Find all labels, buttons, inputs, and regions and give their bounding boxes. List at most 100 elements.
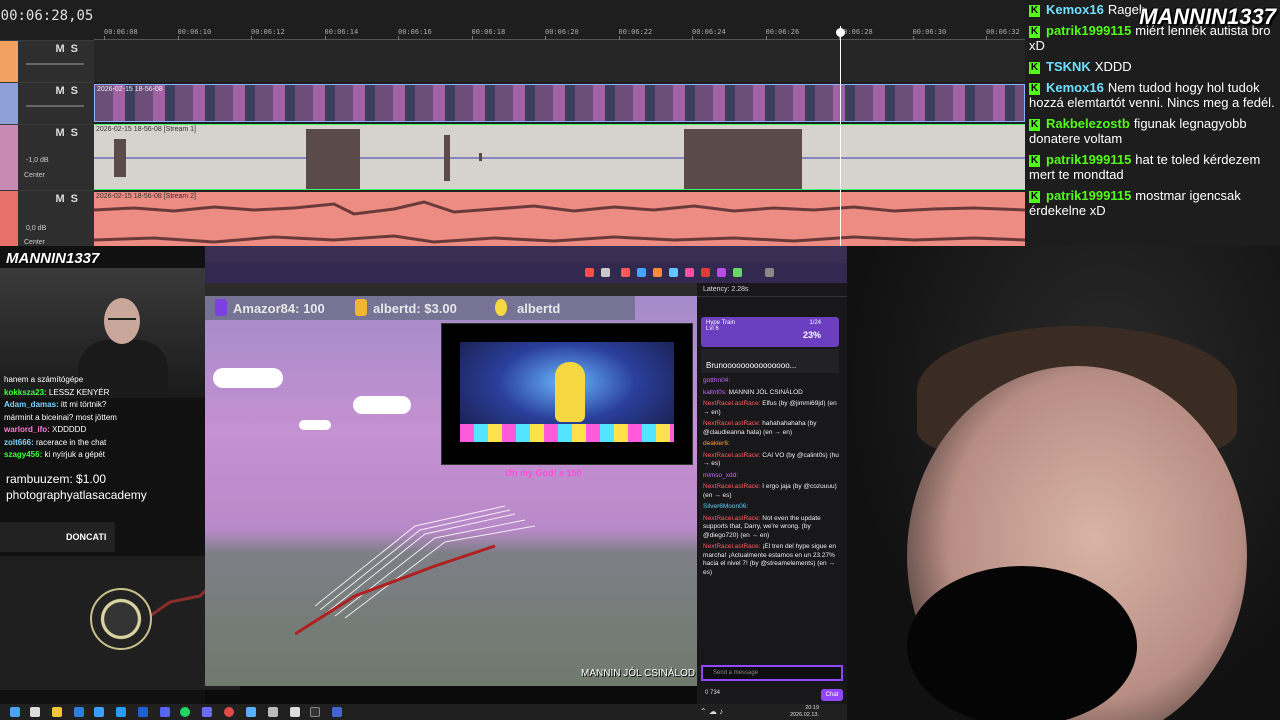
audio-clip-stream-1[interactable]: 2026-02-15 18-56-08 [Stream 1] xyxy=(94,124,1025,190)
small-chat-message: kokksza23: LESSZ KENYÉR xyxy=(4,387,149,400)
twitch-chat-username[interactable]: gotthn04: xyxy=(703,377,730,384)
extension-icon[interactable] xyxy=(733,268,742,277)
extension-icon[interactable] xyxy=(621,268,630,277)
overlay-chat-message: Kpatrik1999115 hat te toled kérdezem mert… xyxy=(1029,152,1276,182)
track-volume-slider[interactable] xyxy=(26,63,84,65)
overlay-chat-username: Rakbelezostb xyxy=(1046,116,1130,131)
twitch-chat-username[interactable]: NextRacel.astRace: xyxy=(703,543,762,550)
donate-banner[interactable]: DONCATI xyxy=(0,522,115,552)
ruler-tick-label: 00:06:26 xyxy=(765,28,800,36)
audio-clip-stream-2[interactable]: 2026-02-15 18-56-08 [Stream 2] xyxy=(94,192,1025,246)
track-header-video: MS xyxy=(0,40,94,82)
taskbar-clock[interactable]: 20:19 2026.02.13. xyxy=(790,705,819,719)
twitch-chat-message: NextRacel.astRace: hahahahahaha (by @cla… xyxy=(703,420,843,437)
extension-icon[interactable] xyxy=(637,268,646,277)
twitch-chat-username[interactable]: mimso_xdd: xyxy=(703,472,738,479)
extension-icon[interactable] xyxy=(701,268,710,277)
spotify-icon[interactable] xyxy=(180,707,190,717)
browser-toolbar xyxy=(205,263,847,283)
extension-icon[interactable] xyxy=(585,268,594,277)
ruler-tick-label: 00:06:16 xyxy=(398,28,432,36)
clip-label: 2026-02-15 18-56-08 xyxy=(97,86,163,93)
extension-icon[interactable] xyxy=(601,268,610,277)
chat-message-input[interactable]: Send a message xyxy=(701,665,843,681)
game-view[interactable]: Amazor84: 100 albertd: $3.00 albertd Oh … xyxy=(205,296,697,686)
app-icon[interactable] xyxy=(74,707,84,717)
obs-icon[interactable] xyxy=(310,707,320,717)
app-icon[interactable] xyxy=(202,707,212,717)
ruler-tick-label: 00:06:24 xyxy=(692,28,726,36)
kick-badge-icon: K xyxy=(1029,119,1040,131)
small-chat-text: hanem a számítógépe xyxy=(4,375,84,384)
chat-send-button[interactable]: Chat xyxy=(821,689,843,701)
discord-icon[interactable] xyxy=(160,707,170,717)
cloud-shape xyxy=(213,368,283,388)
mute-solo-buttons[interactable]: MS xyxy=(55,193,84,205)
app-icon[interactable] xyxy=(138,707,148,717)
twitch-chat-message: NextRacel.astRace: ¡El tren del hype sig… xyxy=(703,543,843,577)
app-icon[interactable] xyxy=(246,707,256,717)
search-icon[interactable] xyxy=(30,707,40,717)
small-chat-message: warlord_ifo: XDDDDD xyxy=(4,424,149,437)
timeline-ruler[interactable]: 00:06:08 00:06:10 00:06:12 00:06:14 00:06:16… xyxy=(94,26,1025,40)
overlay-chat-username: patrik1999115 xyxy=(1046,152,1132,167)
extension-icon[interactable] xyxy=(685,268,694,277)
track-lane-empty[interactable] xyxy=(94,40,1025,82)
track-volume-slider[interactable] xyxy=(26,105,84,107)
twitch-chat-username[interactable]: NextRacel.astRace: xyxy=(703,483,762,490)
app-icon[interactable] xyxy=(268,707,278,717)
small-chat-text: itt mi törtnik? xyxy=(60,400,107,409)
small-chat-text: LESSZ KENYÉR xyxy=(48,387,110,397)
track-header-audio-1: MS -1,0 dB Center xyxy=(0,124,94,190)
overlay-chat-message: K Kemox16 Nem tudod hogy hol tudok hozzá e… xyxy=(1029,80,1276,110)
browser-tab-bar[interactable] xyxy=(205,246,847,263)
mute-solo-buttons[interactable]: MS xyxy=(55,43,84,55)
glasses-shape xyxy=(108,318,136,323)
video-popup xyxy=(441,323,693,465)
video-clip[interactable]: 2026-02-15 18-56-08 xyxy=(94,84,1025,122)
twitch-chat-username[interactable]: NextRacel.astRace: xyxy=(703,452,762,459)
twitch-chat-username[interactable]: NextRacel.astRace: xyxy=(703,400,762,407)
donation-amount: rambuuzem: $1.00 xyxy=(6,472,107,486)
kick-badge-icon: K xyxy=(1029,83,1040,95)
overlay-chat-username: Kemox16 xyxy=(1046,80,1104,95)
app-icon[interactable] xyxy=(332,707,342,717)
alert-text: Amazor84: 100 xyxy=(233,301,325,316)
app-icon[interactable] xyxy=(290,707,300,717)
track-volume-label: -1,0 dB xyxy=(26,157,49,164)
small-chat-message: hanem a számítógépe xyxy=(4,374,149,387)
folder-icon[interactable] xyxy=(52,707,62,717)
game-pink-note: Oh my God! x 150 xyxy=(505,468,582,478)
extension-icon[interactable] xyxy=(653,268,662,277)
twitch-chat-username[interactable]: NextRacel.astRace: xyxy=(703,515,762,522)
mute-solo-buttons[interactable]: MS xyxy=(55,127,84,139)
extension-icon[interactable] xyxy=(669,268,678,277)
system-tray[interactable]: ⌃ ☁ ♪ xyxy=(700,707,723,716)
app-icon[interactable] xyxy=(94,707,104,717)
extension-icon[interactable] xyxy=(717,268,726,277)
twitch-chat-username[interactable]: Silver6Moon06: xyxy=(703,503,748,510)
money-icon xyxy=(355,299,367,316)
overlay-chat-message: Kpatrik1999115 mostmar igencsak érdekelne… xyxy=(1029,188,1276,218)
small-chat-list: hanem a számítógépe kokksza23: LESSZ KENY… xyxy=(4,374,149,462)
twitch-chat-username[interactable]: kallnt0s: xyxy=(703,389,729,396)
overlay-chat-message: K Rakbelezostb figunak legnagyobb donatere… xyxy=(1029,116,1276,146)
kick-badge-icon: K xyxy=(1029,26,1040,38)
mute-solo-buttons[interactable]: MS xyxy=(55,85,84,97)
ruler-tick-label: 00:06:22 xyxy=(618,28,653,36)
twitch-chat-message: Silver6Moon06: xyxy=(703,503,843,512)
twitch-chat-username[interactable]: deakler6: xyxy=(703,440,730,447)
app-icon[interactable] xyxy=(116,707,126,717)
start-icon[interactable] xyxy=(10,707,20,717)
small-chat-message: zolt666: racerace in the chat xyxy=(4,437,149,450)
bits-counter: 0 734 xyxy=(705,690,721,696)
hype-train-banner[interactable]: Hype Train Lvl 6 1/24 23% xyxy=(701,317,839,347)
chrome-icon[interactable] xyxy=(224,707,234,717)
kick-badge-icon: K xyxy=(1029,155,1040,167)
pinned-message[interactable]: Brunooooooooooooooo... xyxy=(701,349,839,373)
menu-icon[interactable] xyxy=(765,268,774,277)
playhead-handle[interactable] xyxy=(836,28,845,37)
twitch-chat-username[interactable]: NextRacel.astRace: xyxy=(703,420,762,427)
playhead-line[interactable] xyxy=(840,26,841,246)
video-editor: 00:06:28,05 00:06:08 00:06:10 00:06:12 00:0… xyxy=(0,0,1025,246)
